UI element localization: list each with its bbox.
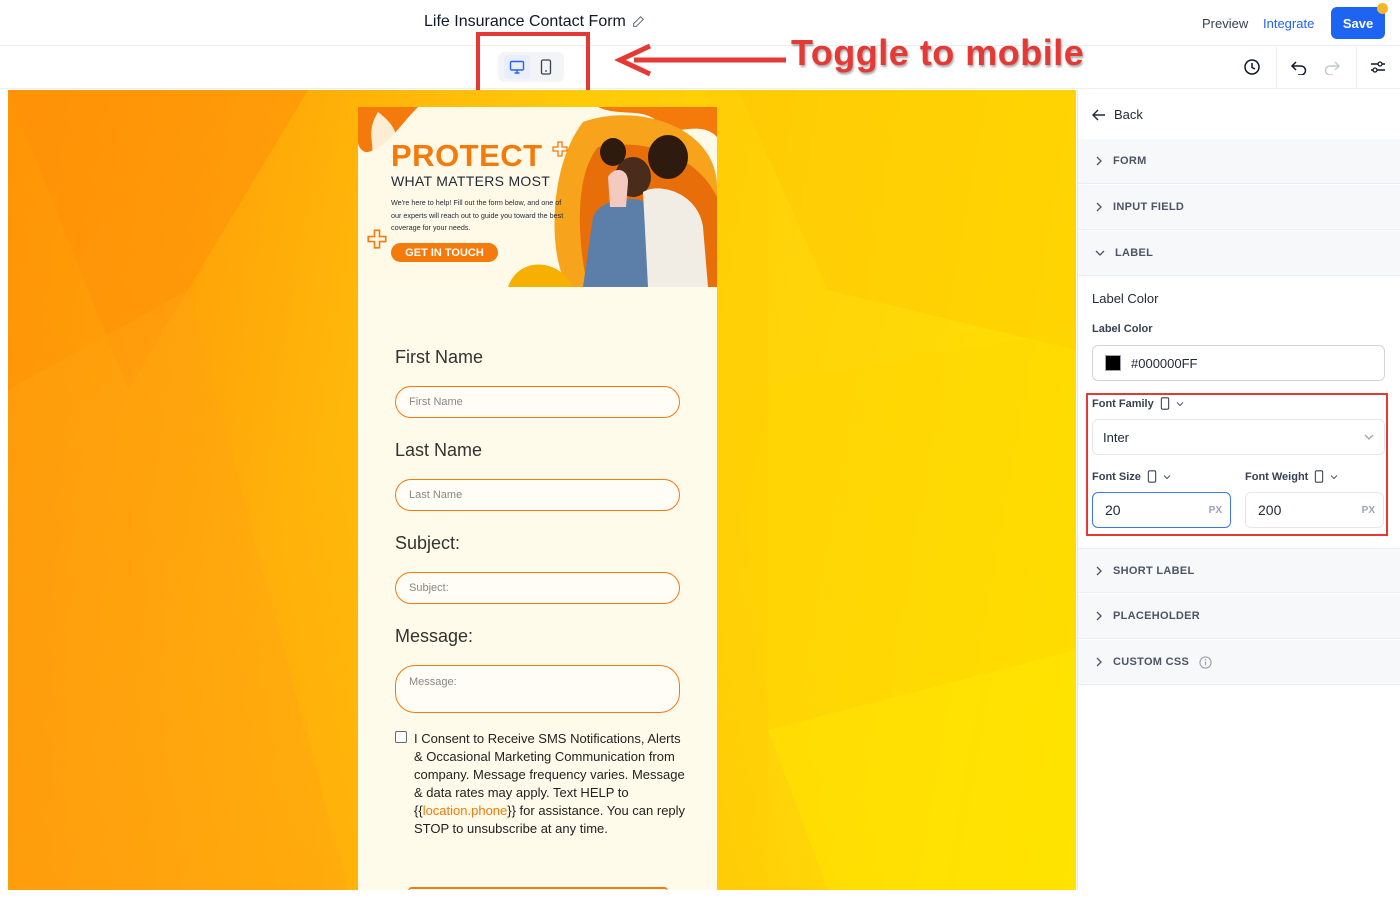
first-name-label: First Name [395, 347, 484, 367]
info-icon[interactable] [1199, 655, 1212, 669]
save-button[interactable]: Save [1331, 7, 1385, 39]
section-custom-css[interactable]: CUSTOM CSS [1078, 640, 1400, 685]
plus-decoration-icon [367, 229, 387, 249]
hero-headline: PROTECT [391, 138, 543, 173]
chevron-right-icon [1096, 657, 1102, 667]
pencil-icon[interactable] [631, 15, 645, 29]
chevron-right-icon [1096, 156, 1102, 166]
section-label: CUSTOM CSS [1113, 656, 1190, 668]
message-label: Message: [395, 626, 474, 646]
history-icon[interactable] [1241, 56, 1263, 78]
settings-sliders-icon[interactable] [1367, 56, 1389, 78]
form-title-text: Life Insurance Contact Form [424, 13, 626, 30]
chevron-down-icon [1095, 250, 1105, 256]
chevron-right-icon [1096, 202, 1102, 212]
label-color-value: #000000FF [1131, 355, 1198, 371]
sms-consent-text: I Consent to Receive SMS Notifications, … [414, 730, 689, 838]
label-color-label-text: Label Color [1092, 323, 1153, 335]
section-input-field[interactable]: INPUT FIELD [1078, 185, 1400, 230]
section-label-expanded[interactable]: LABEL [1078, 231, 1400, 276]
chevron-right-icon [1096, 566, 1102, 575]
label-color-input[interactable]: #000000FF [1092, 345, 1385, 381]
toolbar-divider [1356, 47, 1357, 89]
section-form[interactable]: FORM [1078, 139, 1400, 184]
hero-banner: PROTECT WHAT MATTERS MOST We're here to … [358, 107, 717, 287]
back-button[interactable]: Back [1092, 107, 1143, 122]
preview-button[interactable]: Preview [1202, 16, 1248, 31]
section-label: PLACEHOLDER [1113, 610, 1201, 622]
integrate-button[interactable]: Integrate [1263, 16, 1314, 31]
section-short-label[interactable]: SHORT LABEL [1078, 548, 1400, 593]
form-title[interactable]: Life Insurance Contact Form [424, 13, 645, 31]
last-name-label: Last Name [395, 440, 483, 460]
chevron-right-icon [1096, 611, 1102, 621]
annotation-arrow-icon [614, 43, 786, 77]
consent-location-phone-link: location.phone [422, 803, 508, 818]
message-textarea[interactable]: Message: [395, 665, 680, 713]
plus-decoration-icon [552, 141, 568, 157]
section-label: LABEL [1115, 247, 1154, 259]
toolbar-divider [1276, 47, 1277, 89]
hero-body-text: We're here to help! Fill out the form be… [391, 198, 564, 232]
annotation-text: Toggle to mobile [791, 32, 1085, 73]
get-in-touch-button[interactable]: GET IN TOUCH [391, 243, 498, 262]
redo-icon[interactable] [1321, 56, 1343, 78]
first-name-input[interactable]: First Name [395, 386, 680, 418]
section-label: INPUT FIELD [1113, 201, 1185, 213]
label-color-heading: Label Color [1092, 291, 1159, 306]
section-placeholder[interactable]: PLACEHOLDER [1078, 594, 1400, 639]
subject-label: Subject: [395, 533, 461, 553]
annotation-highlight-box [476, 32, 590, 96]
label-color-field-label: Label Color [1092, 323, 1153, 335]
hero-subheadline: WHAT MATTERS MOST [391, 173, 551, 189]
last-name-input[interactable]: Last Name [395, 479, 680, 511]
annotation-highlight-box [1086, 393, 1388, 536]
section-label: FORM [1113, 155, 1147, 167]
section-label: SHORT LABEL [1113, 564, 1195, 577]
back-label: Back [1114, 107, 1143, 122]
color-swatch[interactable] [1105, 355, 1121, 371]
subject-input[interactable]: Subject: [395, 572, 680, 604]
arrow-left-icon [1092, 109, 1105, 120]
form-preview-card: PROTECT WHAT MATTERS MOST We're here to … [358, 107, 717, 890]
submit-button-edge[interactable] [408, 887, 668, 890]
undo-icon[interactable] [1288, 56, 1310, 78]
notification-dot [1377, 3, 1388, 14]
sms-consent-checkbox[interactable] [395, 731, 407, 743]
